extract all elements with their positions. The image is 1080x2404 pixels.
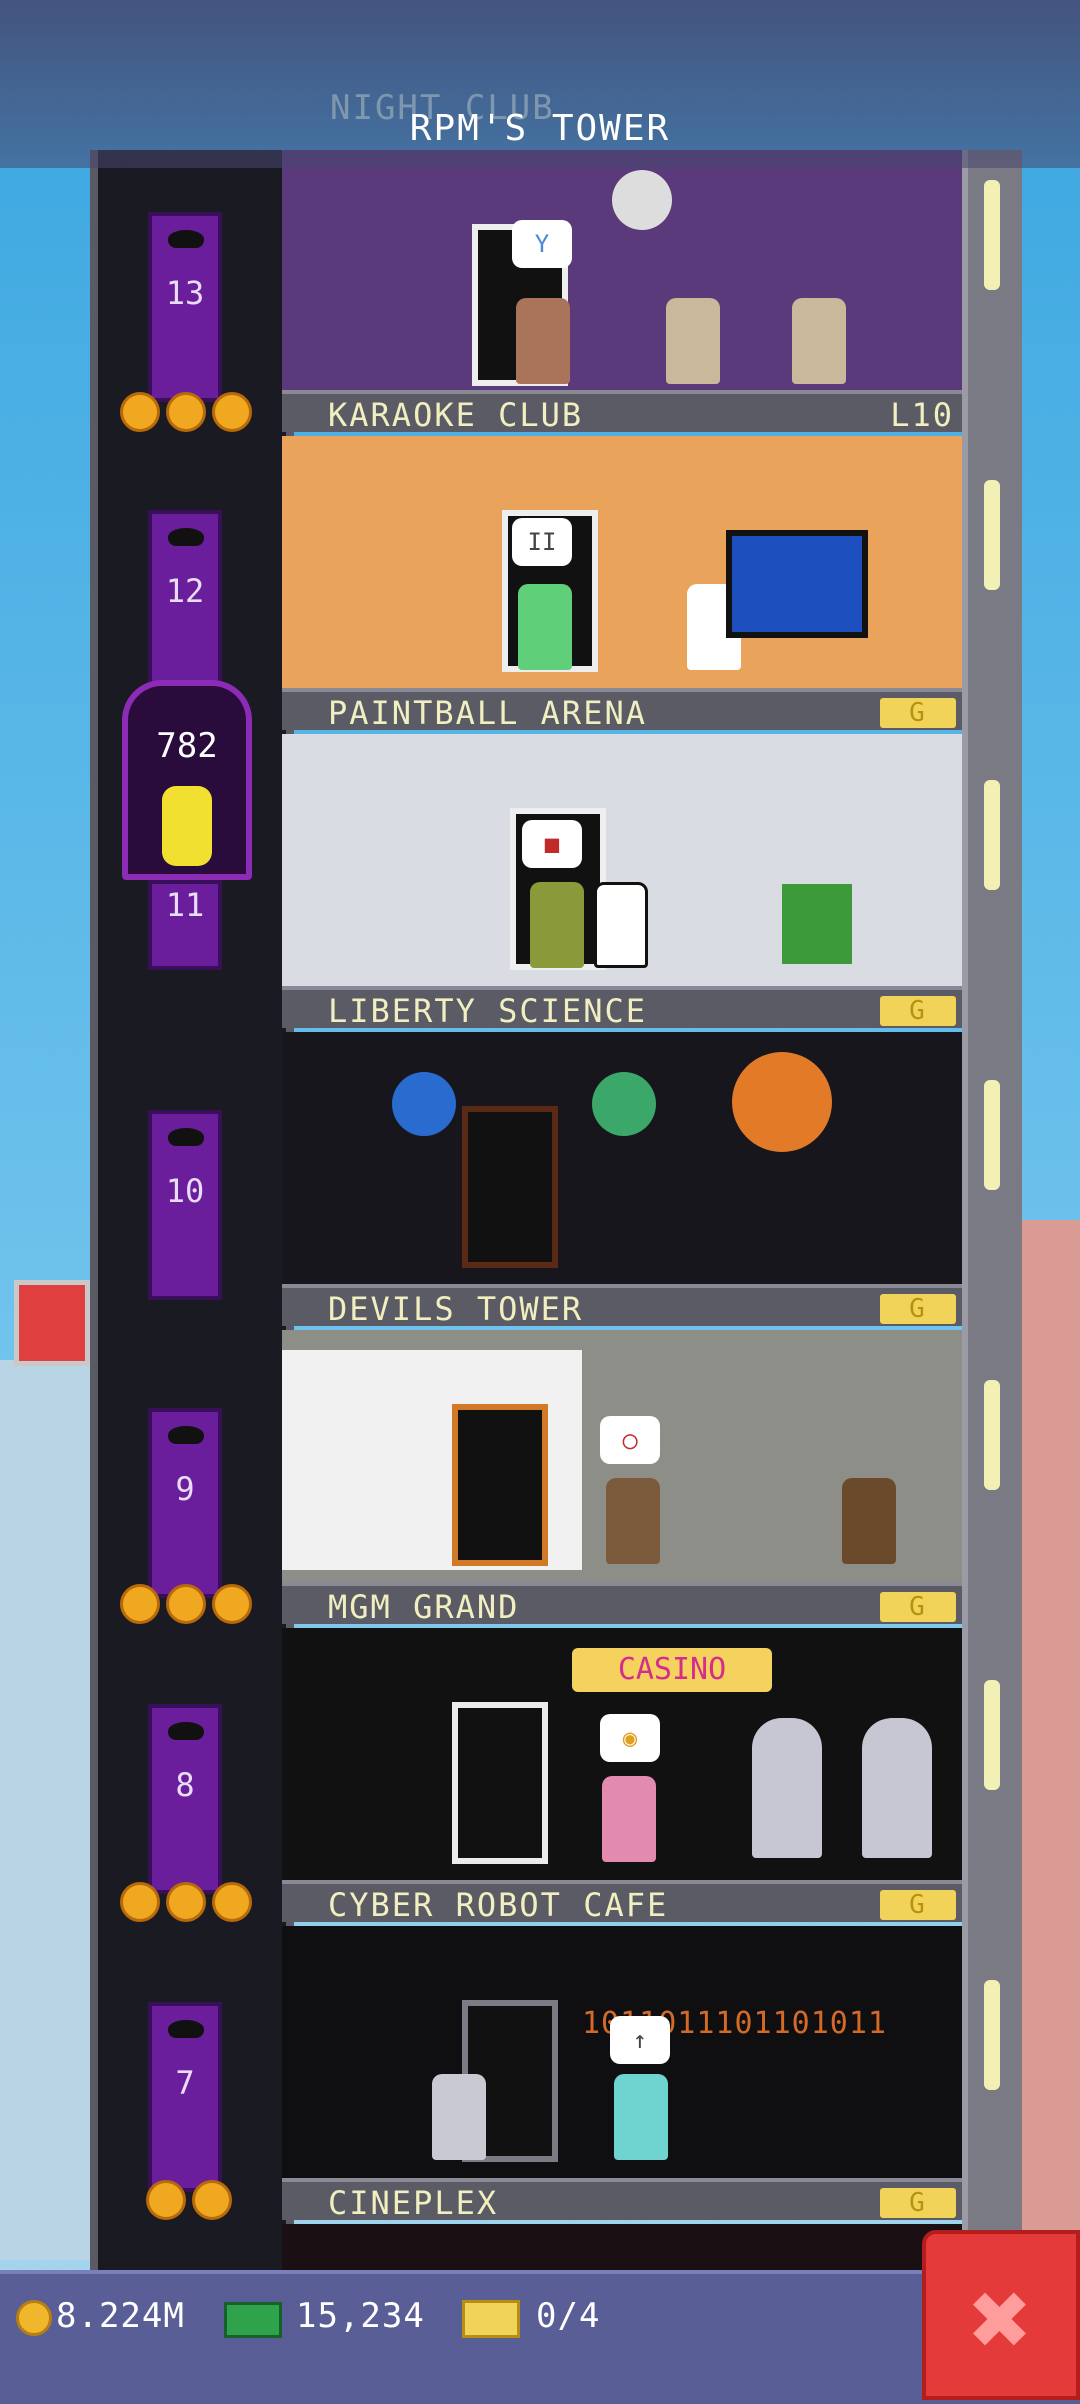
- bitizen[interactable]: [614, 2074, 668, 2160]
- room-floor-12[interactable]: II: [282, 436, 962, 688]
- close-icon: ✖: [969, 2258, 1033, 2380]
- elevator-rider[interactable]: [162, 786, 212, 866]
- floor-label-karaoke-club[interactable]: KARAOKE CLUB L10: [282, 390, 962, 434]
- star-icon: [166, 392, 206, 432]
- resource-bar: [0, 2270, 1080, 2404]
- bitizen[interactable]: [602, 1776, 656, 1862]
- plant: [782, 884, 852, 964]
- star-icon: [120, 1584, 160, 1624]
- bux-icon: [224, 2302, 282, 2338]
- gold-tag: G: [880, 1592, 956, 1622]
- planet: [592, 1072, 656, 1136]
- tower-name[interactable]: RPM'S TOWER: [0, 108, 1080, 149]
- disco-ball: [612, 170, 672, 230]
- coin-icon: [16, 2300, 52, 2336]
- floor-label-mgm-grand[interactable]: MGM GRAND G: [282, 1582, 962, 1626]
- star-icon: [212, 392, 252, 432]
- gold-tag: G: [880, 698, 956, 728]
- elevator-door-11[interactable]: 11: [148, 880, 222, 970]
- billboard: [14, 1280, 90, 1366]
- casino-sign: CASINO: [572, 1648, 772, 1692]
- karaoke-screen: [726, 530, 868, 638]
- elevator-door-13[interactable]: 13: [148, 212, 222, 402]
- star-icon: [166, 1882, 206, 1922]
- close-button[interactable]: ✖: [922, 2230, 1080, 2400]
- tower-right-wall: [962, 150, 1022, 2280]
- robot[interactable]: [432, 2074, 486, 2160]
- room-floor-6[interactable]: [282, 2224, 962, 2270]
- star-icon: [212, 1584, 252, 1624]
- elevator-door-7[interactable]: 7: [148, 2002, 222, 2192]
- bitizen[interactable]: [518, 584, 572, 670]
- floor-label-paintball-arena[interactable]: PAINTBALL ARENA G: [282, 688, 962, 732]
- elevator-car[interactable]: 782: [122, 680, 252, 880]
- bitizen[interactable]: [516, 298, 570, 384]
- floor-label-cyber-robot-cafe[interactable]: CYBER ROBOT CAFE G: [282, 1880, 962, 1924]
- floor-label-cineplex[interactable]: CINEPLEX G: [282, 2178, 962, 2222]
- request-bubble[interactable]: ↑: [610, 2016, 670, 2064]
- request-bubble[interactable]: ■: [522, 820, 582, 868]
- room-floor-8[interactable]: CASINO ◉: [282, 1628, 962, 1880]
- gold-tag: G: [880, 1294, 956, 1324]
- star-icon: [146, 2180, 186, 2220]
- room-floor-11[interactable]: ■: [282, 734, 962, 986]
- room-floor-13[interactable]: Y: [282, 150, 962, 402]
- floor-stars: [146, 2180, 232, 2220]
- bitizen[interactable]: [842, 1478, 896, 1564]
- bitizen[interactable]: [666, 298, 720, 384]
- elevator-door-10[interactable]: 10: [148, 1110, 222, 1300]
- elevator-door-9[interactable]: 9: [148, 1408, 222, 1598]
- floor-stars: [120, 392, 252, 432]
- request-bubble[interactable]: ◉: [600, 1714, 660, 1762]
- top-bar: NIGHT CLUB RPM'S TOWER: [0, 0, 1080, 168]
- request-bubble[interactable]: Y: [512, 220, 572, 268]
- floor-label-liberty-science[interactable]: LIBERTY SCIENCE G: [282, 986, 962, 1030]
- coins-value: 8.224M: [56, 2296, 185, 2336]
- star-icon: [212, 1882, 252, 1922]
- tickets-value: 0/4: [536, 2296, 601, 2336]
- floor-level-tag: L10: [890, 396, 954, 434]
- star-icon: [120, 392, 160, 432]
- gold-tag: G: [880, 996, 956, 1026]
- request-bubble[interactable]: II: [512, 518, 572, 566]
- room-floor-7[interactable]: 1011011101101011 ↑: [282, 1926, 962, 2178]
- elevator-counter: 782: [156, 726, 218, 766]
- request-bubble[interactable]: ◯: [600, 1416, 660, 1464]
- room-floor-9[interactable]: ◯: [282, 1330, 962, 1582]
- background-building-left: [0, 1360, 90, 2260]
- background-building-right: [1016, 1220, 1080, 2270]
- elevator-door-12[interactable]: 12: [148, 510, 222, 700]
- slot-machine: [752, 1718, 822, 1858]
- gold-tag: G: [880, 1890, 956, 1920]
- bitizen[interactable]: [594, 882, 648, 968]
- star-icon: [192, 2180, 232, 2220]
- bitizen[interactable]: [606, 1478, 660, 1564]
- ticket-icon: [462, 2300, 520, 2338]
- slot-machine: [862, 1718, 932, 1858]
- bitizen[interactable]: [792, 298, 846, 384]
- gold-tag: G: [880, 2188, 956, 2218]
- star-icon: [120, 1882, 160, 1922]
- room-floor-10[interactable]: [282, 1032, 962, 1284]
- elevator-door-8[interactable]: 8: [148, 1704, 222, 1894]
- star-icon: [166, 1584, 206, 1624]
- floor-stars: [120, 1584, 252, 1624]
- bux-value: 15,234: [296, 2296, 425, 2336]
- planet: [392, 1072, 456, 1136]
- floor-stars: [120, 1882, 252, 1922]
- planet: [732, 1052, 832, 1152]
- bitizen[interactable]: [530, 882, 584, 968]
- floor-label-devils-tower[interactable]: DEVILS TOWER G: [282, 1284, 962, 1328]
